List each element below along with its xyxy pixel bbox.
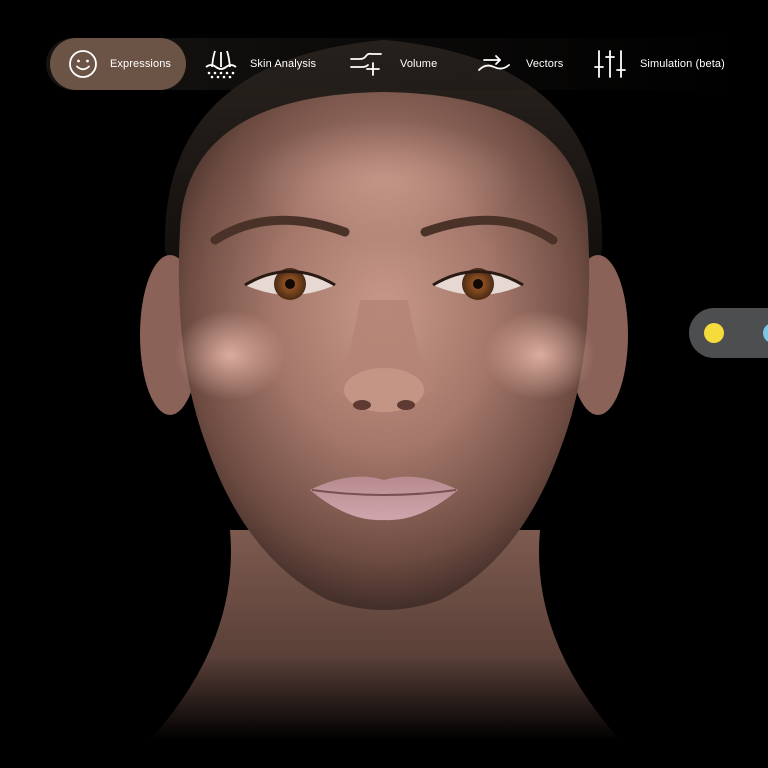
app-stage: Expressions Skin Analysis Volume Vectors… bbox=[0, 0, 768, 768]
color-toggle-switch[interactable] bbox=[689, 308, 768, 358]
tab-simulation-beta[interactable]: Simulation (beta) bbox=[594, 38, 725, 90]
tab-vectors-label: Vectors bbox=[526, 58, 564, 70]
tab-expressions-label: Expressions bbox=[110, 58, 172, 70]
vector-wave-arrow-icon bbox=[478, 49, 510, 79]
yellow-swatch[interactable] bbox=[704, 323, 724, 343]
tab-vectors[interactable]: Vectors bbox=[478, 38, 563, 90]
volume-wave-plus-icon bbox=[350, 49, 382, 79]
blue-swatch[interactable] bbox=[763, 323, 768, 343]
tab-skin-analysis-label: Skin Analysis bbox=[250, 58, 317, 70]
tab-volume[interactable]: Volume bbox=[350, 38, 437, 90]
tab-expressions[interactable]: Expressions bbox=[50, 38, 186, 90]
face-render bbox=[140, 40, 628, 740]
face-3d-viewport[interactable] bbox=[0, 0, 768, 768]
sliders-icon bbox=[594, 49, 626, 79]
tab-simulation-beta-label: Simulation (beta) bbox=[640, 58, 725, 70]
tab-skin-analysis[interactable]: Skin Analysis bbox=[204, 38, 316, 90]
smiley-face-icon bbox=[68, 49, 98, 79]
mode-toolbar: Expressions Skin Analysis Volume Vectors… bbox=[46, 38, 746, 90]
tab-volume-label: Volume bbox=[400, 58, 438, 70]
skin-layers-icon bbox=[204, 49, 238, 79]
